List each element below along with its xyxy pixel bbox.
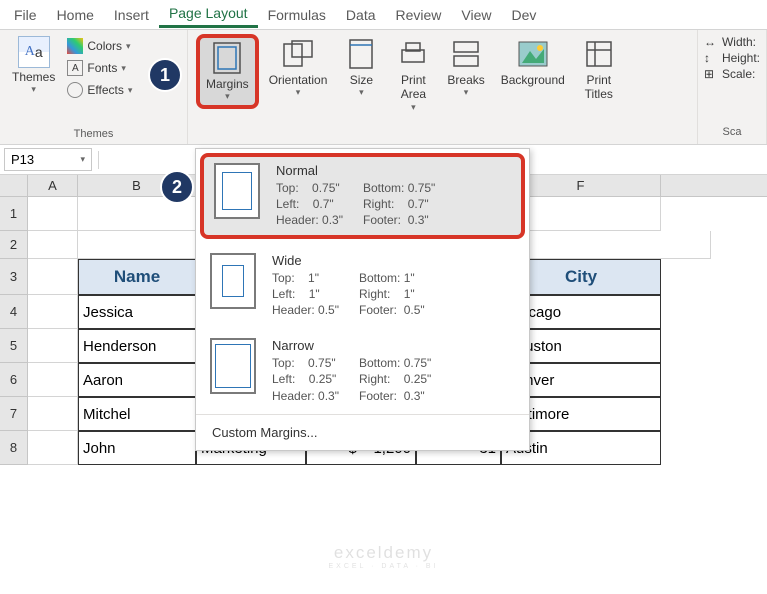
fonts-button[interactable]: AFonts▾ — [63, 58, 136, 78]
margins-dropdown: Normal Top: 0.75"Left: 0.7"Header: 0.3" … — [195, 148, 530, 451]
ribbon-tabs: File Home Insert Page Layout Formulas Da… — [0, 0, 767, 30]
watermark: exceldemy EXCEL · DATA · BI — [329, 543, 439, 570]
size-button[interactable]: Size▾ — [337, 34, 385, 101]
effects-icon — [67, 82, 83, 98]
header-name[interactable]: Name — [78, 259, 196, 295]
size-icon — [343, 37, 379, 71]
margin-normal-icon — [214, 163, 260, 219]
effects-button[interactable]: Effects▾ — [63, 80, 136, 100]
tab-formulas[interactable]: Formulas — [258, 3, 336, 27]
background-button[interactable]: Background — [495, 34, 571, 90]
colors-button[interactable]: Colors▾ — [63, 36, 136, 56]
scale-icon: ⊞ — [704, 67, 718, 81]
scale-control[interactable]: ⊞Scale: — [704, 66, 760, 82]
margin-wide-icon — [210, 253, 256, 309]
breaks-button[interactable]: Breaks▾ — [441, 34, 490, 101]
tab-view[interactable]: View — [451, 3, 501, 27]
margins-option-narrow[interactable]: Narrow Top: 0.75"Left: 0.25"Header: 0.3"… — [196, 328, 529, 414]
tab-insert[interactable]: Insert — [104, 3, 159, 27]
callout-2: 2 — [160, 170, 194, 204]
chevron-down-icon: ▾ — [80, 154, 85, 165]
name-box[interactable]: P13▾ — [4, 148, 92, 171]
margins-icon — [209, 41, 245, 75]
tab-data[interactable]: Data — [336, 3, 386, 27]
themes-button[interactable]: Aa Themes ▾ — [8, 34, 59, 97]
breaks-icon — [448, 37, 484, 71]
themes-icon: Aa — [18, 36, 50, 68]
custom-margins-button[interactable]: Custom Margins... — [196, 414, 529, 450]
height-icon: ↕ — [704, 51, 718, 65]
fonts-icon: A — [67, 60, 83, 76]
ribbon-content: Aa Themes ▾ Colors▾ AFonts▾ Effects▾ The… — [0, 30, 767, 145]
margins-option-wide[interactable]: Wide Top: 1"Left: 1"Header: 0.5" Bottom:… — [196, 243, 529, 329]
select-all[interactable] — [0, 175, 28, 196]
margins-option-normal[interactable]: Normal Top: 0.75"Left: 0.7"Header: 0.3" … — [200, 153, 525, 239]
chevron-down-icon: ▾ — [31, 84, 36, 95]
margins-button[interactable]: Margins▾ — [196, 34, 259, 109]
tab-home[interactable]: Home — [47, 3, 104, 27]
print-titles-button[interactable]: Print Titles — [575, 34, 623, 105]
print-area-button[interactable]: Print Area▾ — [389, 34, 437, 116]
width-icon: ↔ — [704, 35, 718, 49]
colors-icon — [67, 38, 83, 54]
group-scale: ↔Width: ↕Height: ⊞Scale: Sca — [698, 30, 767, 144]
background-icon — [515, 37, 551, 71]
group-label-themes: Themes — [8, 126, 179, 142]
print-titles-icon — [581, 37, 617, 71]
tab-page-layout[interactable]: Page Layout — [159, 1, 258, 28]
tab-review[interactable]: Review — [386, 3, 452, 27]
height-control[interactable]: ↕Height: — [704, 50, 760, 66]
group-themes: Aa Themes ▾ Colors▾ AFonts▾ Effects▾ The… — [0, 30, 188, 144]
callout-1: 1 — [148, 58, 182, 92]
tab-dev[interactable]: Dev — [502, 3, 547, 27]
group-page-setup: Margins▾ Orientation▾ Size▾ Print Area▾ … — [188, 30, 698, 144]
tab-file[interactable]: File — [4, 3, 47, 27]
orientation-icon — [280, 37, 316, 71]
col-a[interactable]: A — [28, 175, 78, 196]
print-area-icon — [395, 37, 431, 71]
orientation-button[interactable]: Orientation▾ — [263, 34, 334, 101]
margin-narrow-icon — [210, 338, 256, 394]
width-control[interactable]: ↔Width: — [704, 34, 760, 50]
